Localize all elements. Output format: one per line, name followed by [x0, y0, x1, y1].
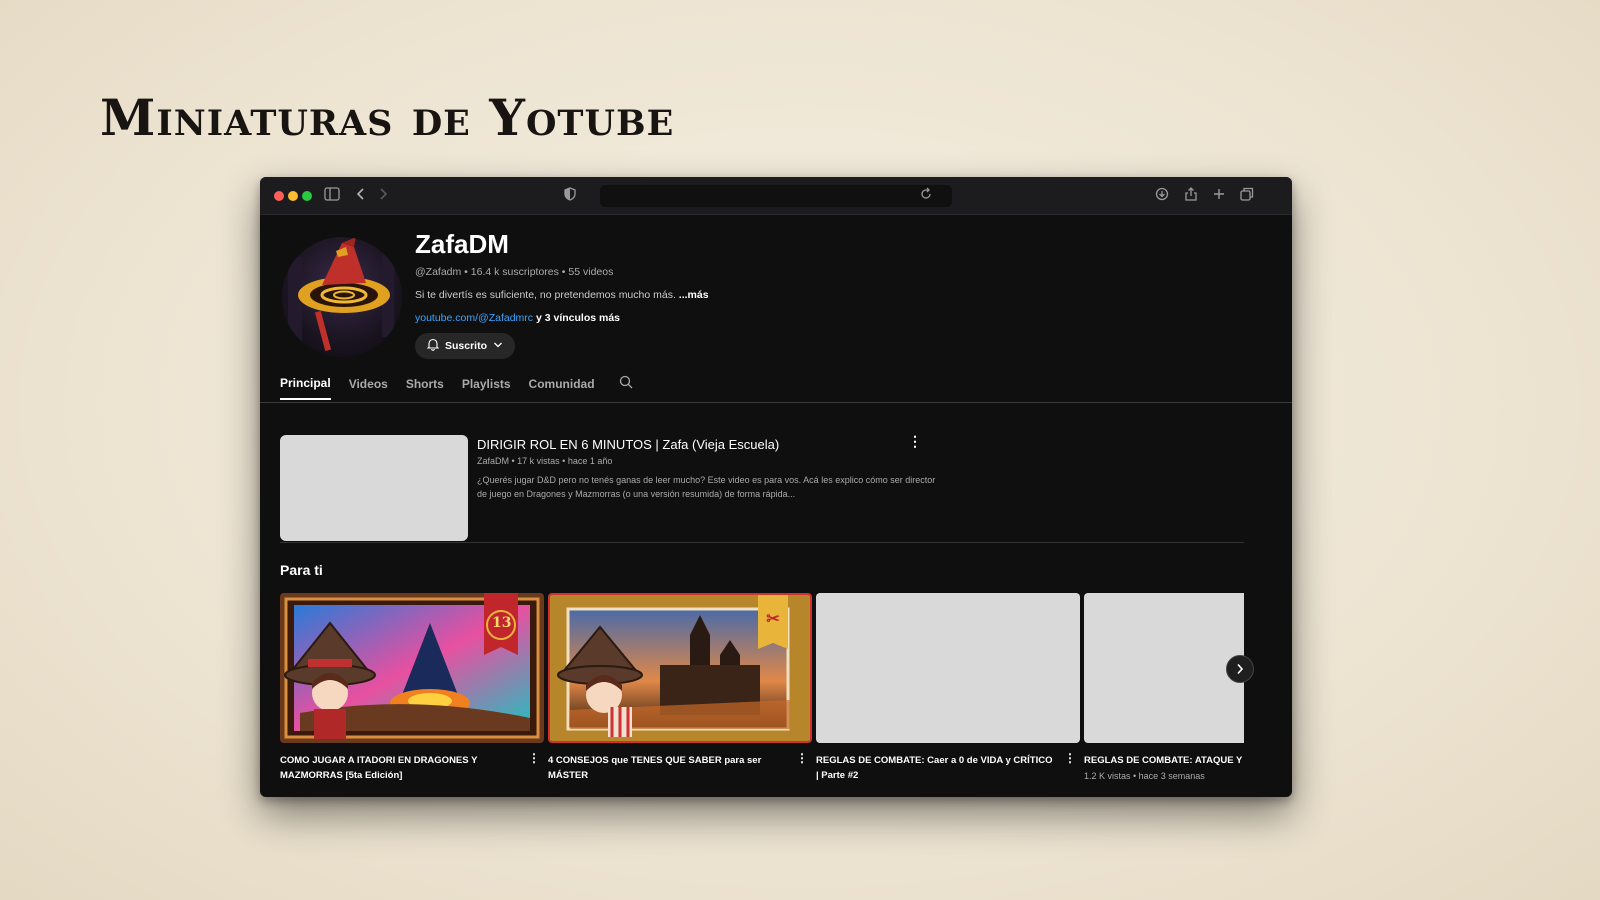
more-links[interactable]: y 3 vínculos más	[533, 312, 620, 324]
video-thumbnail[interactable]	[1084, 593, 1244, 743]
video-card[interactable]: REGLAS DE COMBATE: Caer a 0 de VIDA y CR…	[816, 593, 1080, 781]
zoom-window-button[interactable]	[302, 191, 312, 201]
video-title[interactable]: COMO JUGAR A ITADORI EN DRAGONES Y MAZMO…	[280, 753, 520, 783]
video-title[interactable]: REGLAS DE COMBATE: Caer a 0 de VIDA y CR…	[816, 753, 1056, 783]
tab-principal[interactable]: Principal	[280, 376, 331, 400]
tab-shorts[interactable]: Shorts	[406, 377, 444, 399]
more-icon[interactable]: ⋮	[796, 751, 808, 765]
more-icon[interactable]: ⋮	[528, 751, 540, 765]
channel-tabs: Principal Videos Shorts Playlists Comuni…	[280, 375, 633, 400]
tab-videos[interactable]: Videos	[349, 377, 388, 399]
address-bar[interactable]	[600, 185, 952, 207]
chevron-down-icon	[493, 340, 503, 352]
share-icon[interactable]	[1184, 185, 1198, 207]
channel-avatar[interactable]	[282, 237, 402, 357]
video-meta: 1.2 K vistas • hace 3 semanas	[1084, 771, 1205, 781]
subscribed-label: Suscrito	[444, 340, 487, 352]
close-window-button[interactable]	[274, 191, 284, 201]
channel-links: youtube.com/@Zafadmrc y 3 vínculos más	[415, 312, 620, 324]
video-title[interactable]: 4 CONSEJOS que TENES QUE SABER para ser …	[548, 753, 788, 783]
video-thumbnail[interactable]: ✂	[548, 593, 812, 743]
badge-number: 13	[492, 615, 512, 631]
next-icon[interactable]	[1226, 655, 1254, 683]
video-card[interactable]: 13 COMO JUGAR A ITADORI EN DRAGONES Y MA…	[280, 593, 544, 781]
back-icon[interactable]	[356, 185, 366, 207]
subscribed-button[interactable]: Suscrito	[415, 333, 515, 359]
channel-description[interactable]: Si te divertís es suficiente, no pretend…	[415, 289, 709, 301]
channel-link[interactable]: youtube.com/@Zafadmrc	[415, 312, 533, 324]
badge-icon: ✂	[766, 611, 780, 628]
page-title: Miniaturas de Yotube	[100, 88, 675, 147]
more-icon[interactable]: ⋮	[1064, 751, 1076, 765]
video-thumbnail[interactable]: 13	[280, 593, 544, 743]
featured-meta: ZafaDM • 17 k vistas • hace 1 año	[477, 456, 613, 466]
video-card[interactable]: ✂ 4 CONSEJOS que TENES QUE SABER para se…	[548, 593, 812, 781]
browser-toolbar	[260, 177, 1292, 215]
search-icon[interactable]	[613, 375, 633, 400]
forward-icon[interactable]	[378, 185, 388, 207]
bell-icon	[426, 338, 440, 354]
download-icon[interactable]	[1155, 185, 1169, 207]
shield-icon[interactable]	[564, 185, 576, 207]
channel-name: ZafaDM	[415, 229, 509, 259]
channel-meta: @Zafadm • 16.4 k suscriptores • 55 video…	[415, 266, 614, 278]
new-tab-icon[interactable]	[1213, 185, 1225, 207]
minimize-window-button[interactable]	[288, 191, 298, 201]
channel-header: ZafaDM @Zafadm • 16.4 k suscriptores • 5…	[260, 215, 1292, 415]
tabs-divider	[260, 402, 1292, 403]
sidebar-icon[interactable]	[324, 185, 340, 207]
video-shelf: 13 COMO JUGAR A ITADORI EN DRAGONES Y MA…	[280, 593, 1244, 797]
video-thumbnail[interactable]	[816, 593, 1080, 743]
reload-icon[interactable]	[920, 185, 932, 207]
video-card[interactable]: REGLAS DE COMBATE: ATAQUE Y 1.2 K vistas…	[1084, 593, 1244, 781]
video-title[interactable]: REGLAS DE COMBATE: ATAQUE Y	[1084, 753, 1244, 768]
section-title: Para ti	[280, 562, 323, 578]
browser-window: ZafaDM @Zafadm • 16.4 k suscriptores • 5…	[260, 177, 1292, 797]
tab-playlists[interactable]: Playlists	[462, 377, 511, 399]
featured-video: DIRIGIR ROL EN 6 MINUTOS | Zafa (Vieja E…	[260, 415, 1292, 555]
featured-thumbnail[interactable]	[280, 435, 468, 541]
description-more-link[interactable]: ...más	[679, 289, 709, 301]
section-divider	[280, 542, 1244, 543]
featured-description: ¿Querés jugar D&D pero no tenés ganas de…	[477, 475, 936, 499]
channel-description-text: Si te divertís es suficiente, no pretend…	[415, 289, 676, 301]
tab-comunidad[interactable]: Comunidad	[529, 377, 595, 399]
tabs-icon[interactable]	[1240, 185, 1254, 207]
featured-title[interactable]: DIRIGIR ROL EN 6 MINUTOS | Zafa (Vieja E…	[477, 437, 779, 452]
more-icon[interactable]: ⋮	[908, 433, 922, 450]
